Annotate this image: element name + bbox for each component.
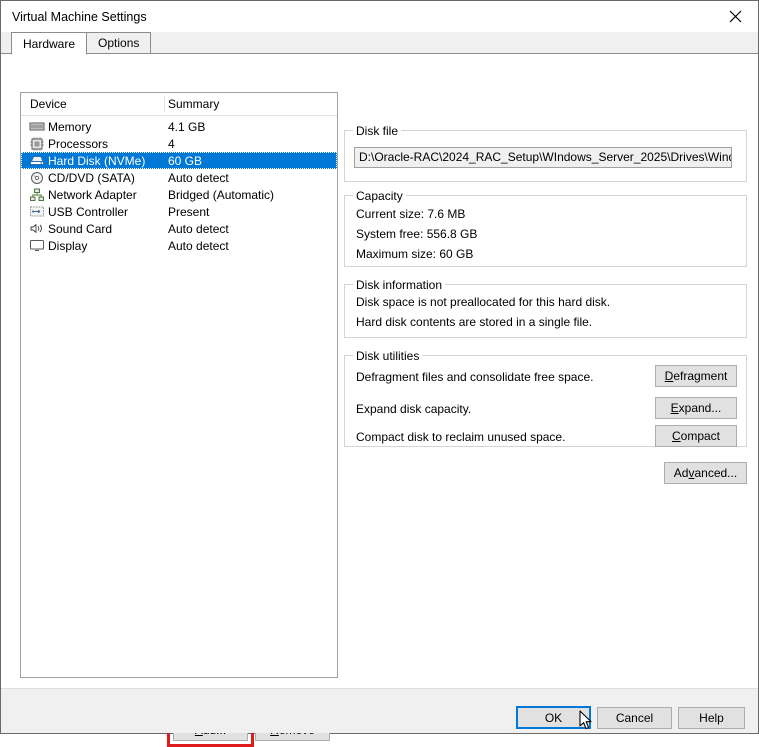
device-summary: Bridged (Automatic) (164, 188, 274, 202)
defragment-description: Defragment files and consolidate free sp… (356, 370, 593, 384)
dialog-content: Device Summary Memory 4.1 GB (1, 53, 758, 688)
device-cell: Network Adapter (21, 188, 164, 202)
disk-information-legend: Disk information (353, 278, 445, 292)
device-cell: Display (21, 239, 164, 253)
cd-dvd-icon (29, 171, 45, 185)
device-summary: Auto detect (164, 222, 229, 236)
capacity-legend: Capacity (353, 189, 406, 203)
ok-button[interactable]: OK (516, 706, 591, 729)
disk-information-group: Disk information Disk space is not preal… (344, 284, 747, 338)
device-cell: USB Controller (21, 205, 164, 219)
device-row-cd-dvd[interactable]: CD/DVD (SATA) Auto detect (21, 169, 337, 186)
usb-controller-icon (29, 205, 45, 219)
device-name: Memory (48, 120, 91, 134)
device-row-processors[interactable]: Processors 4 (21, 135, 337, 152)
device-list-rows: Memory 4.1 GB Processors 4 (21, 116, 337, 254)
device-name: Hard Disk (NVMe) (48, 154, 145, 168)
device-cell: Hard Disk (NVMe) (21, 154, 164, 168)
device-name: Sound Card (48, 222, 112, 236)
device-cell: Processors (21, 137, 164, 151)
device-cell: Sound Card (21, 222, 164, 236)
memory-icon (29, 120, 45, 134)
virtual-machine-settings-dialog: Virtual Machine Settings Hardware Option… (0, 0, 759, 734)
maximum-size-text: Maximum size: 60 GB (356, 247, 473, 261)
defragment-button[interactable]: Defragment (655, 365, 737, 387)
cancel-button-label: Cancel (616, 711, 653, 725)
window-title: Virtual Machine Settings (12, 10, 147, 24)
disk-info-line-2: Hard disk contents are stored in a singl… (356, 315, 592, 329)
current-size-text: Current size: 7.6 MB (356, 207, 465, 221)
device-summary: 4.1 GB (164, 120, 205, 134)
display-icon (29, 239, 45, 253)
tab-hardware-label: Hardware (23, 37, 75, 51)
tab-options-label: Options (98, 36, 139, 50)
disk-file-group: Disk file D:\Oracle-RAC\2024_RAC_Setup\W… (344, 130, 747, 182)
device-name: Display (48, 239, 87, 253)
expand-button[interactable]: Expand... (655, 397, 737, 419)
column-header-device: Device (21, 97, 164, 111)
help-button[interactable]: Help (678, 707, 745, 729)
title-bar: Virtual Machine Settings (1, 1, 758, 32)
disk-info-line-1: Disk space is not preallocated for this … (356, 295, 610, 309)
help-button-label: Help (699, 711, 724, 725)
device-name: CD/DVD (SATA) (48, 171, 135, 185)
device-name: Processors (48, 137, 108, 151)
device-row-memory[interactable]: Memory 4.1 GB (21, 118, 337, 135)
close-icon[interactable] (712, 1, 758, 31)
disk-file-legend: Disk file (353, 124, 401, 138)
device-cell: CD/DVD (SATA) (21, 171, 164, 185)
advanced-button[interactable]: Advanced... (664, 462, 747, 484)
device-row-hard-disk[interactable]: Hard Disk (NVMe) 60 GB (21, 152, 337, 169)
device-row-network-adapter[interactable]: Network Adapter Bridged (Automatic) (21, 186, 337, 203)
cancel-button[interactable]: Cancel (597, 707, 672, 729)
sound-card-icon (29, 222, 45, 236)
compact-description: Compact disk to reclaim unused space. (356, 430, 565, 444)
device-name: Network Adapter (48, 188, 137, 202)
ok-button-label: OK (545, 711, 562, 725)
system-free-text: System free: 556.8 GB (356, 227, 477, 241)
device-row-display[interactable]: Display Auto detect (21, 237, 337, 254)
tab-options[interactable]: Options (86, 32, 151, 54)
tab-strip: Hardware Options (11, 32, 758, 54)
disk-utilities-group: Disk utilities Defragment files and cons… (344, 355, 747, 447)
network-adapter-icon (29, 188, 45, 202)
device-summary: 4 (164, 137, 175, 151)
device-summary: Auto detect (164, 171, 229, 185)
capacity-group: Capacity Current size: 7.6 MB System fre… (344, 195, 747, 267)
hard-disk-icon (29, 154, 45, 168)
device-list[interactable]: Device Summary Memory 4.1 GB (20, 92, 338, 678)
tab-hardware[interactable]: Hardware (11, 32, 87, 55)
compact-button[interactable]: Compact (655, 425, 737, 447)
column-header-summary: Summary (164, 97, 219, 111)
expand-description: Expand disk capacity. (356, 402, 471, 416)
disk-utilities-legend: Disk utilities (353, 349, 422, 363)
device-summary: Auto detect (164, 239, 229, 253)
device-summary: 60 GB (164, 154, 202, 168)
device-row-sound-card[interactable]: Sound Card Auto detect (21, 220, 337, 237)
disk-file-path[interactable]: D:\Oracle-RAC\2024_RAC_Setup\WIndows_Ser… (354, 147, 732, 168)
device-cell: Memory (21, 120, 164, 134)
processor-icon (29, 137, 45, 151)
device-name: USB Controller (48, 205, 128, 219)
device-list-header: Device Summary (21, 93, 337, 116)
device-row-usb-controller[interactable]: USB Controller Present (21, 203, 337, 220)
device-summary: Present (164, 205, 209, 219)
